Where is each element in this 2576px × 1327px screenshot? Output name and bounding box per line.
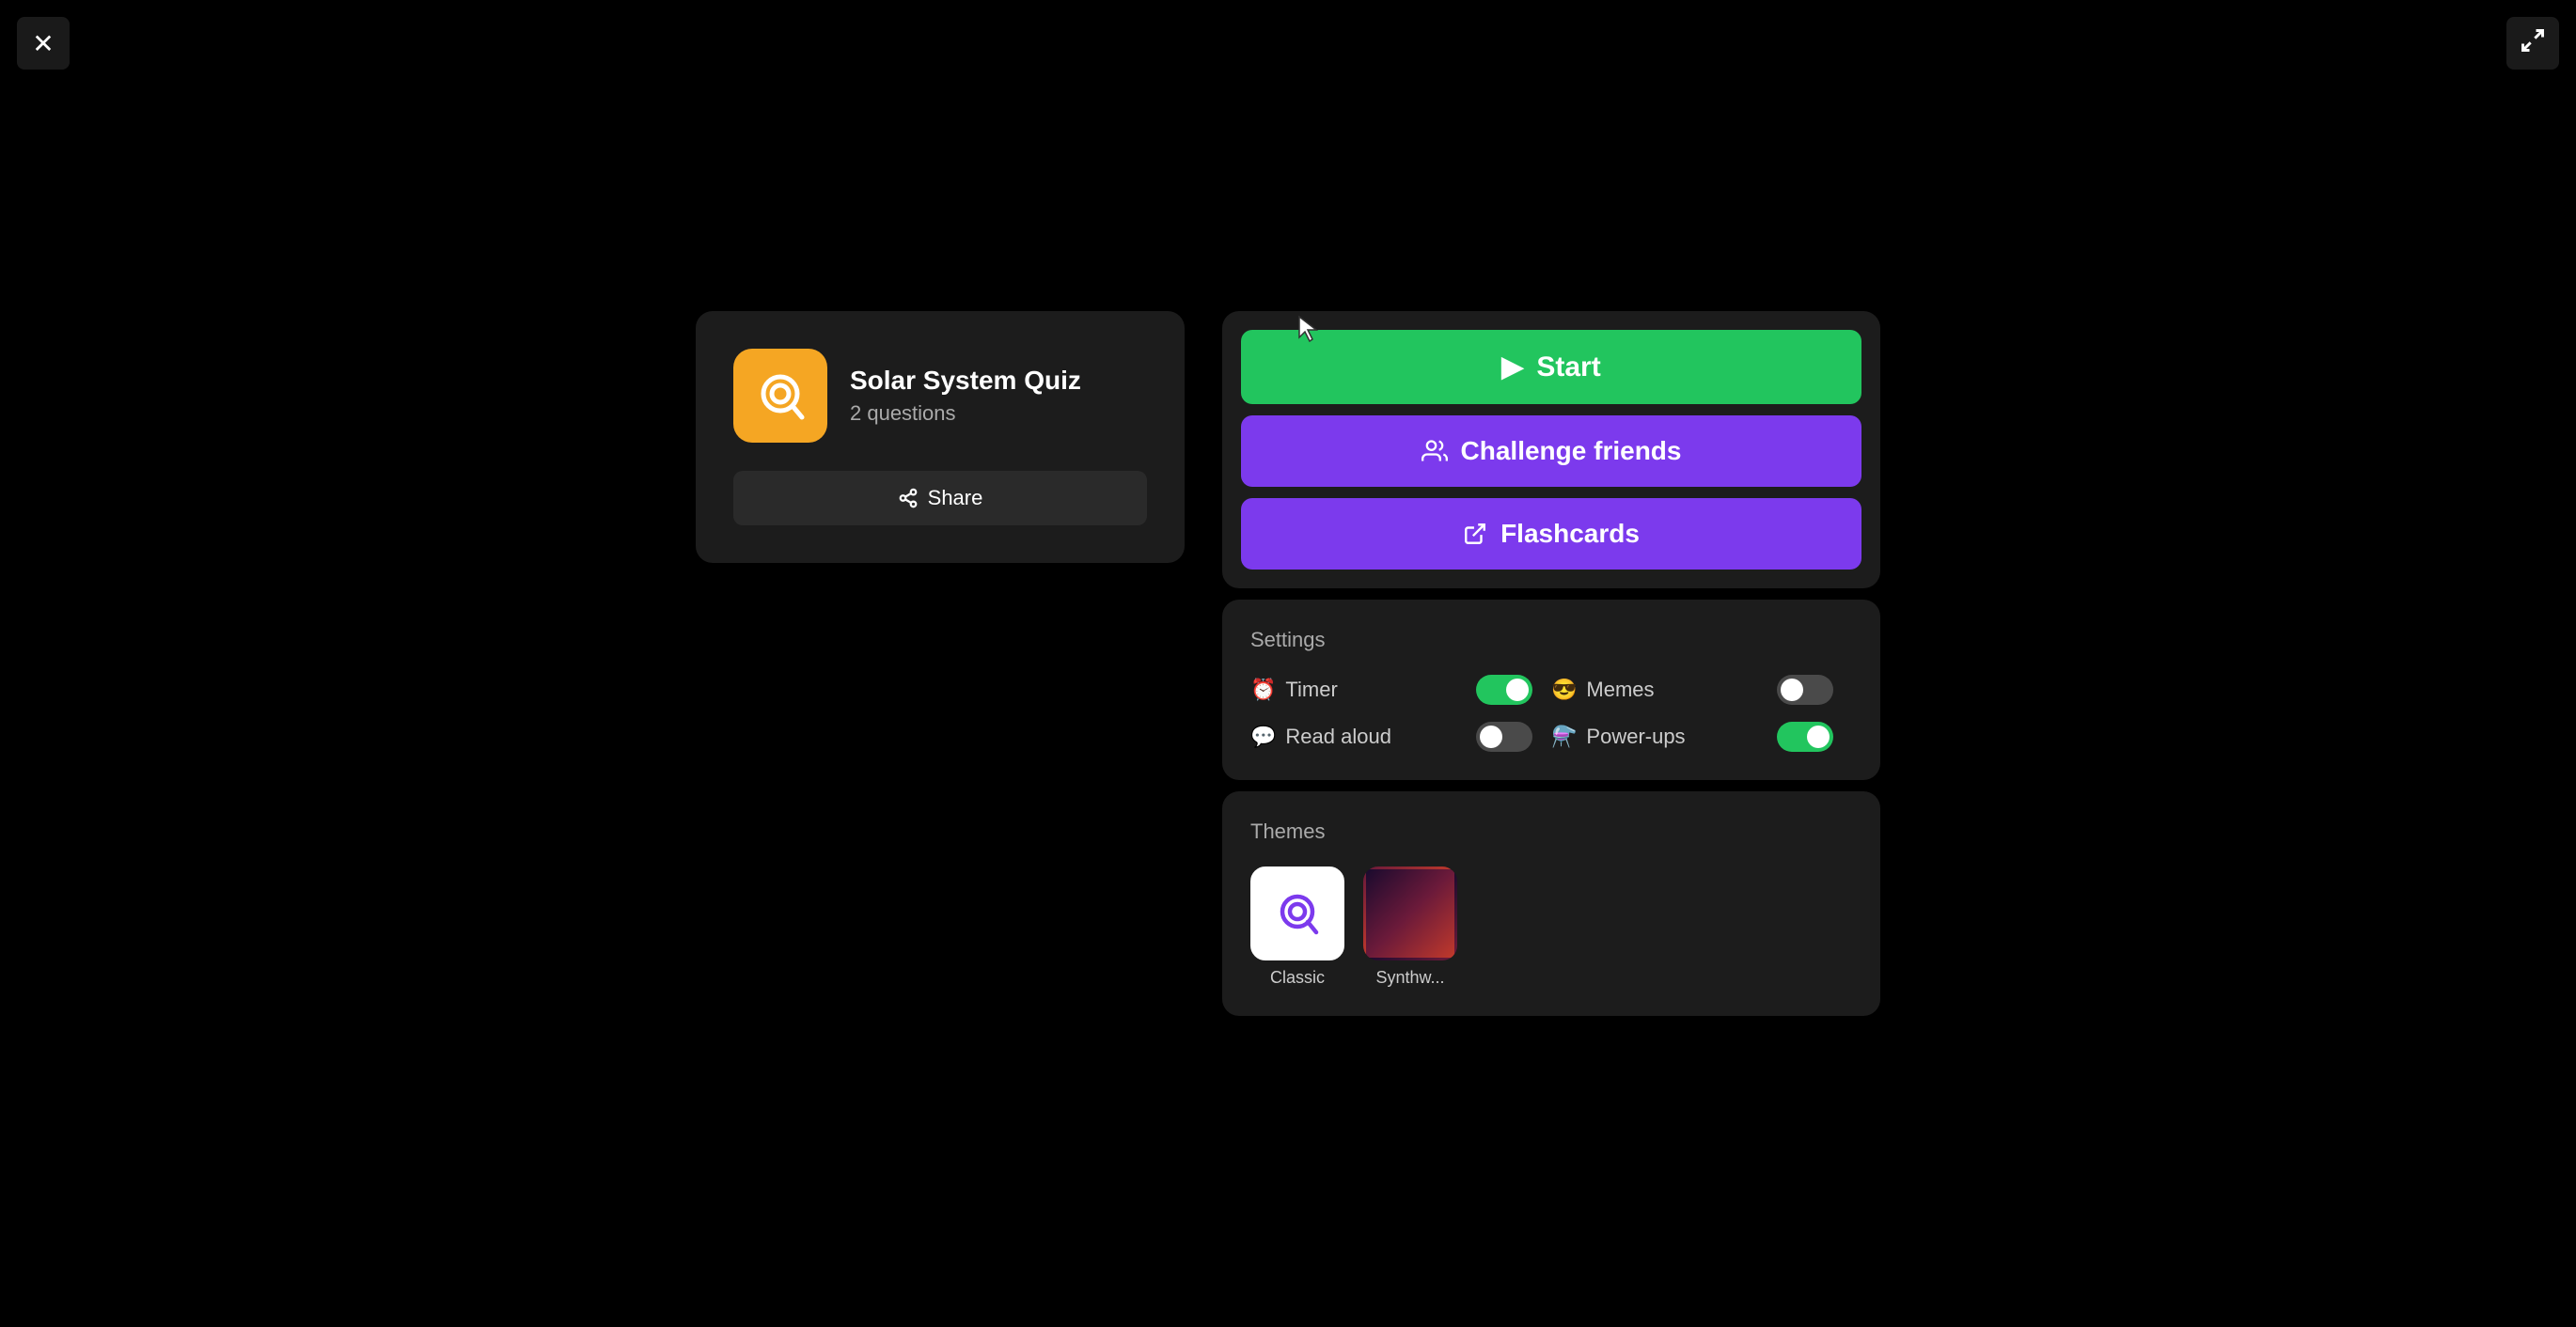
flashcards-button[interactable]: Flashcards (1241, 498, 1861, 570)
timer-label: ⏰ Timer (1250, 678, 1338, 702)
read-aloud-toggle[interactable] (1476, 722, 1532, 752)
setting-row-read-aloud: 💬 Read aloud (1250, 722, 1551, 752)
challenge-icon (1422, 438, 1448, 464)
close-button[interactable]: ✕ (17, 17, 70, 70)
memes-icon: 😎 (1551, 678, 1577, 702)
setting-row-timer: ⏰ Timer (1250, 675, 1551, 705)
theme-synthwave-label: Synthw... (1375, 968, 1444, 988)
start-button[interactable]: ▶ Start (1241, 330, 1861, 404)
share-label: Share (928, 486, 983, 510)
read-aloud-icon: 💬 (1250, 725, 1276, 749)
share-icon (898, 488, 919, 508)
theme-synthwave-icon (1363, 866, 1457, 960)
challenge-label: Challenge friends (1461, 436, 1682, 466)
powerups-icon: ⚗️ (1551, 725, 1577, 749)
challenge-friends-button[interactable]: Challenge friends (1241, 415, 1861, 487)
theme-classic-icon (1250, 866, 1344, 960)
themes-title: Themes (1250, 820, 1852, 844)
share-button[interactable]: Share (733, 471, 1147, 525)
read-aloud-label: 💬 Read aloud (1250, 725, 1391, 749)
powerups-text: Power-ups (1586, 725, 1685, 749)
powerups-toggle[interactable] (1777, 722, 1833, 752)
action-buttons-panel: ▶ Start Challenge friends (1222, 311, 1880, 588)
right-panel: ▶ Start Challenge friends (1222, 311, 1880, 1016)
fullscreen-button[interactable] (2506, 17, 2559, 70)
close-icon: ✕ (32, 28, 54, 59)
powerups-label: ⚗️ Power-ups (1551, 725, 1686, 749)
quiz-card: Solar System Quiz 2 questions Share (696, 311, 1185, 563)
main-container: Solar System Quiz 2 questions Share ▶ St… (696, 311, 1880, 1016)
timer-icon: ⏰ (1250, 678, 1276, 702)
theme-classic[interactable]: Classic (1250, 866, 1344, 988)
flashcards-icon (1463, 522, 1487, 546)
memes-label: 😎 Memes (1551, 678, 1655, 702)
quiz-icon (733, 349, 827, 443)
themes-grid: Classic Synthw... (1250, 866, 1852, 988)
setting-row-powerups: ⚗️ Power-ups (1551, 722, 1852, 752)
themes-panel: Themes Classic (1222, 791, 1880, 1016)
quiz-text: Solar System Quiz 2 questions (850, 366, 1081, 426)
theme-classic-label: Classic (1270, 968, 1325, 988)
settings-title: Settings (1250, 628, 1852, 652)
timer-toggle[interactable] (1476, 675, 1532, 705)
theme-synthwave[interactable]: Synthw... (1363, 866, 1457, 988)
start-label: Start (1536, 351, 1600, 383)
quiz-subtitle: 2 questions (850, 401, 1081, 426)
flashcards-label: Flashcards (1500, 519, 1640, 549)
setting-row-memes: 😎 Memes (1551, 675, 1852, 705)
settings-panel: Settings ⏰ Timer (1222, 600, 1880, 780)
read-aloud-text: Read aloud (1285, 725, 1391, 749)
quiz-info: Solar System Quiz 2 questions (733, 349, 1147, 443)
settings-grid: ⏰ Timer 😎 Memes (1250, 675, 1852, 752)
play-icon: ▶ (1501, 351, 1523, 383)
memes-toggle[interactable] (1777, 675, 1833, 705)
memes-text: Memes (1586, 678, 1654, 702)
timer-text: Timer (1285, 678, 1337, 702)
fullscreen-icon (2520, 27, 2546, 60)
quiz-title: Solar System Quiz (850, 366, 1081, 396)
